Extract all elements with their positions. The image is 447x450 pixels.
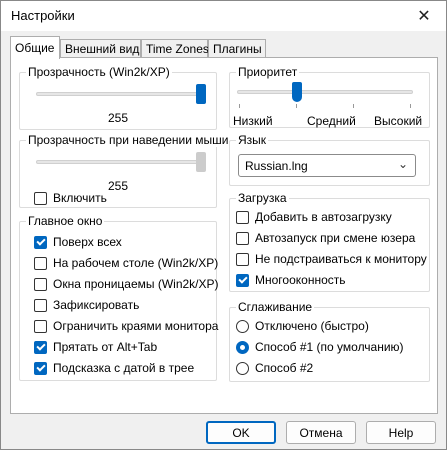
checkbox-label: Подсказка с датой в трее [53, 361, 195, 375]
tab-general[interactable]: Общие [10, 36, 60, 59]
checkbox-label: На рабочем столе (Win2k/XP) [53, 256, 219, 270]
priority-tick [239, 104, 240, 108]
settings-window: Настройки ✕ Общие Внешний вид Time Zones… [0, 0, 447, 450]
startup-legend: Загрузка [236, 191, 289, 205]
priority-slider-thumb[interactable] [291, 82, 302, 102]
smoothing-method2-radio[interactable]: Способ #2 [236, 361, 313, 375]
enable-hover-label: Включить [53, 191, 107, 205]
checkbox-box [236, 210, 249, 224]
close-icon[interactable]: ✕ [402, 1, 446, 31]
hover-transparency-group: Прозрачность при наведении мыши 255 Вклю… [19, 133, 231, 208]
radio-label: Отключено (быстро) [255, 319, 369, 333]
cancel-button[interactable]: Отмена [286, 421, 356, 444]
tab-panel-general: Прозрачность (Win2k/XP) 255 Прозрачность… [10, 57, 438, 414]
language-group: Язык Russian.lng ⌄ [229, 133, 430, 186]
startup-group: Загрузка Добавить в автозагрузку Автозап… [229, 191, 430, 292]
click-through-checkbox[interactable]: Окна проницаемы (Win2k/XP) [34, 277, 219, 291]
language-legend: Язык [236, 133, 269, 147]
checkbox-box [236, 231, 249, 245]
chevron-down-icon: ⌄ [397, 157, 408, 171]
tab-appearance[interactable]: Внешний вид [60, 39, 141, 58]
tab-plugins[interactable]: Плагины [208, 39, 266, 58]
autostart-user-switch-checkbox[interactable]: Автозапуск при смене юзера [236, 231, 415, 245]
checkbox-label: Не подстраиваться к монитору [255, 252, 427, 266]
priority-tick [296, 104, 297, 108]
hover-transparency-legend: Прозрачность при наведении мыши [26, 133, 231, 147]
smoothing-method1-radio[interactable]: Способ #1 (по умолчанию) [236, 340, 404, 354]
transparency-group: Прозрачность (Win2k/XP) 255 [19, 65, 217, 130]
checkbox-box [34, 340, 47, 354]
priority-track [237, 90, 413, 94]
title-bar: Настройки ✕ [1, 1, 446, 31]
checkbox-label: Прятать от Alt+Tab [53, 340, 158, 354]
checkbox-box [34, 298, 47, 312]
main-window-legend: Главное окно [26, 214, 105, 228]
smoothing-off-radio[interactable]: Отключено (быстро) [236, 319, 369, 333]
radio-circle [236, 340, 249, 354]
priority-tick [410, 104, 411, 108]
multi-window-checkbox[interactable]: Многооконность [236, 273, 346, 287]
transparency-legend: Прозрачность (Win2k/XP) [26, 65, 172, 79]
checkbox-box [34, 361, 47, 375]
checkbox-box [34, 256, 47, 270]
enable-hover-checkbox[interactable]: Включить [34, 191, 107, 205]
priority-legend: Приоритет [236, 65, 300, 79]
smoothing-group: Сглаживание Отключено (быстро) Способ #1… [229, 300, 430, 382]
checkbox-label: Ограничить краями монитора [53, 319, 219, 333]
hover-transparency-track [36, 160, 206, 164]
language-selected-value: Russian.lng [245, 159, 308, 173]
checkbox-label: Добавить в автозагрузку [255, 210, 392, 224]
add-to-autostart-checkbox[interactable]: Добавить в автозагрузку [236, 210, 392, 224]
priority-tick [353, 104, 354, 108]
limit-to-monitor-checkbox[interactable]: Ограничить краями монитора [34, 319, 218, 333]
checkbox-box [34, 319, 47, 333]
window-title: Настройки [11, 8, 75, 23]
tray-date-tooltip-checkbox[interactable]: Подсказка с датой в трее [34, 361, 194, 375]
main-window-group: Главное окно Поверх всех На рабочем стол… [19, 214, 219, 381]
radio-circle [236, 319, 249, 333]
radio-label: Способ #2 [255, 361, 314, 375]
checkbox-box [34, 277, 47, 291]
hide-alt-tab-checkbox[interactable]: Прятать от Alt+Tab [34, 340, 157, 354]
radio-label: Способ #1 (по умолчанию) [255, 340, 404, 354]
transparency-slider-thumb[interactable] [196, 84, 206, 104]
checkbox-label: Окна проницаемы (Win2k/XP) [53, 277, 219, 291]
radio-circle [236, 361, 249, 375]
tab-time-zones[interactable]: Time Zones [141, 39, 209, 58]
no-monitor-adjust-checkbox[interactable]: Не подстраиваться к монитору [236, 252, 427, 266]
priority-high-label: Высокий [374, 114, 423, 128]
checkbox-box [34, 191, 47, 205]
help-button[interactable]: Help [366, 421, 436, 444]
priority-low-label: Низкий [233, 114, 273, 128]
checkbox-label: Многооконность [255, 273, 346, 287]
checkbox-label: Поверх всех [53, 235, 122, 249]
priority-mid-label: Средний [307, 114, 356, 128]
hover-transparency-slider-thumb[interactable] [196, 152, 206, 172]
checkbox-label: Автозапуск при смене юзера [255, 231, 416, 245]
always-on-top-checkbox[interactable]: Поверх всех [34, 235, 122, 249]
priority-group: Приоритет Низкий Средний Высокий [229, 65, 430, 128]
transparency-track [36, 92, 206, 96]
ok-button[interactable]: OK [206, 421, 276, 444]
language-select[interactable]: Russian.lng ⌄ [238, 154, 416, 177]
checkbox-box [34, 235, 47, 249]
smoothing-legend: Сглаживание [236, 300, 315, 314]
on-desktop-checkbox[interactable]: На рабочем столе (Win2k/XP) [34, 256, 218, 270]
checkbox-box [236, 273, 249, 287]
checkbox-label: Зафиксировать [53, 298, 140, 312]
checkbox-box [236, 252, 249, 266]
lock-position-checkbox[interactable]: Зафиксировать [34, 298, 139, 312]
transparency-value: 255 [107, 111, 129, 125]
